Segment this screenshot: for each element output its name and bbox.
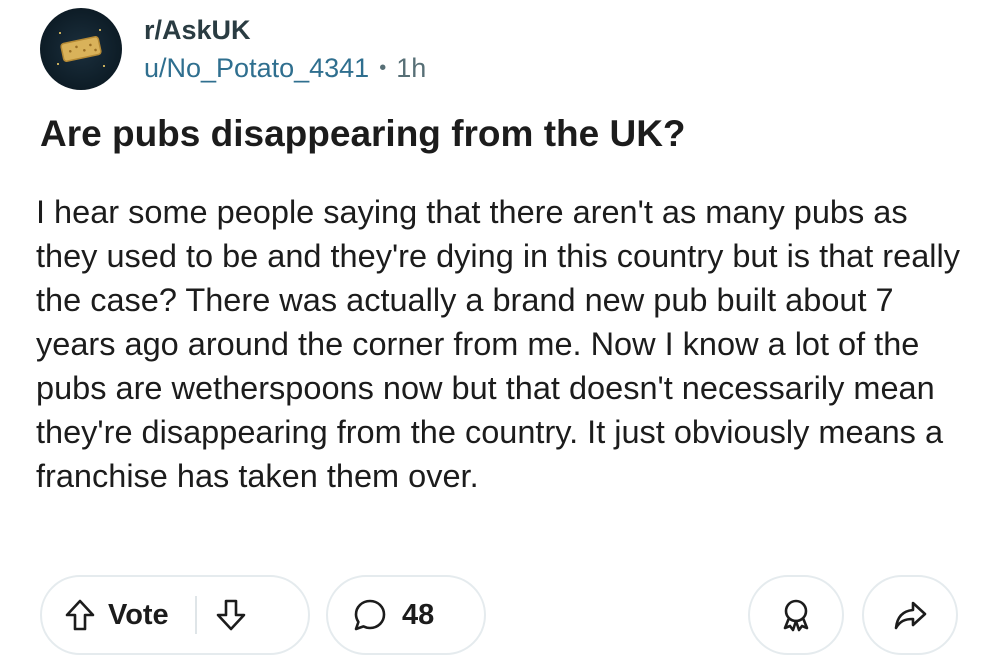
award-icon [777,596,815,634]
comments-button[interactable]: 48 [326,575,486,655]
share-button[interactable] [862,575,958,655]
biscuit-avatar-icon [57,29,105,67]
subreddit-name[interactable]: r/AskUK [144,13,426,47]
share-arrow-icon [892,598,928,632]
vote-label: Vote [108,598,169,631]
post-header: r/AskUK u/No_Potato_4341 • 1h [40,8,426,90]
comment-count: 48 [402,598,435,631]
meta-separator: • [379,57,387,79]
author-line: u/No_Potato_4341 • 1h [144,51,426,85]
post-meta: r/AskUK u/No_Potato_4341 • 1h [144,13,426,85]
upvote-arrow-icon[interactable] [64,598,96,632]
vote-divider [194,596,197,634]
comment-bubble-icon [352,597,388,633]
downvote-arrow-icon[interactable] [215,598,247,632]
action-bar: Vote 48 [0,575,1000,655]
subreddit-avatar[interactable] [40,8,122,90]
post-body: I hear some people saying that there are… [36,194,960,494]
post-time: 1h [396,53,427,83]
award-button[interactable] [748,575,844,655]
vote-control: Vote [40,575,310,655]
post-title: Are pubs disappearing from the UK? [40,113,686,154]
author-username[interactable]: u/No_Potato_4341 [144,51,369,85]
